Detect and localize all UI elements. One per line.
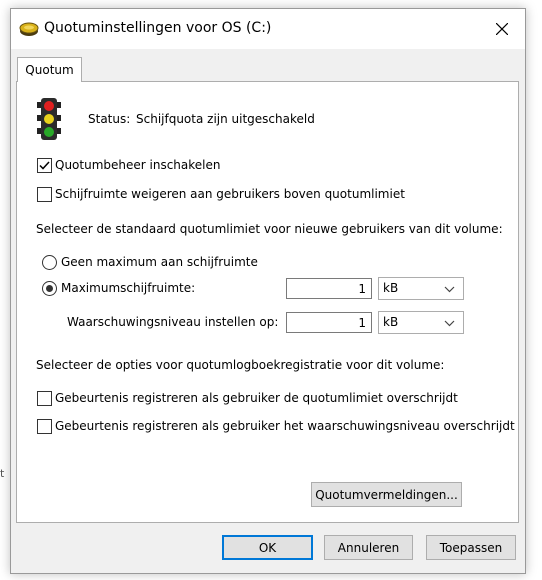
apply-button[interactable]: Toepassen xyxy=(426,535,516,560)
ok-button[interactable]: OK xyxy=(222,535,313,560)
ok-label: OK xyxy=(258,540,277,555)
quota-settings-dialog: Quotuminstellingen voor OS (C:) Quotum S… xyxy=(10,8,526,574)
default-limit-heading: Selecteer de standaard quotumlimiet voor… xyxy=(36,222,503,236)
warning-unit-value: kB xyxy=(383,315,399,329)
warning-value-input[interactable]: 1 xyxy=(286,312,372,333)
no-limit-radio[interactable] xyxy=(42,255,57,270)
traffic-light-icon xyxy=(33,98,65,145)
logging-heading: Selecteer de opties voor quotumlogboekre… xyxy=(36,358,445,372)
quota-tab-panel: Status: Schijfquota zijn uitgeschakeld Q… xyxy=(16,81,519,523)
chevron-down-icon xyxy=(444,320,455,327)
no-limit-label[interactable]: Geen maximum aan schijfruimte xyxy=(61,255,258,269)
limit-radio[interactable] xyxy=(42,281,57,296)
log-limit-checkbox[interactable] xyxy=(37,391,52,406)
drive-icon xyxy=(19,21,39,37)
chevron-down-icon xyxy=(444,286,455,293)
limit-value-input[interactable]: 1 xyxy=(286,278,372,299)
limit-unit-select[interactable]: kB xyxy=(378,277,464,300)
warning-label: Waarschuwingsniveau instellen op: xyxy=(67,315,279,329)
cancel-label: Annuleren xyxy=(337,540,400,555)
log-limit-label[interactable]: Gebeurtenis registreren als gebruiker de… xyxy=(55,391,458,405)
title-bar: Quotuminstellingen voor OS (C:) xyxy=(11,9,525,49)
background-text: t xyxy=(0,467,5,480)
quota-entries-button[interactable]: Quotumvermeldingen... xyxy=(311,482,462,507)
deny-space-checkbox[interactable] xyxy=(37,187,52,202)
apply-label: Toepassen xyxy=(439,540,503,555)
warning-unit-select[interactable]: kB xyxy=(378,311,464,334)
log-warning-checkbox[interactable] xyxy=(37,419,52,434)
enable-quota-label[interactable]: Quotumbeheer inschakelen xyxy=(55,158,221,172)
close-icon xyxy=(495,19,509,40)
log-warning-label[interactable]: Gebeurtenis registreren als gebruiker he… xyxy=(55,419,515,433)
limit-label[interactable]: Maximumschijfruimte: xyxy=(61,281,195,295)
tab-quotum-label: Quotum xyxy=(25,63,74,77)
status-value: Schijfquota zijn uitgeschakeld xyxy=(136,112,315,126)
window-title: Quotuminstellingen voor OS (C:) xyxy=(44,20,272,36)
radio-selected-dot xyxy=(46,285,53,292)
deny-space-label[interactable]: Schijfruimte weigeren aan gebruikers bov… xyxy=(55,187,405,201)
limit-unit-value: kB xyxy=(383,281,399,295)
tab-quotum[interactable]: Quotum xyxy=(17,57,82,82)
quota-entries-label: Quotumvermeldingen... xyxy=(315,487,458,502)
enable-quota-checkbox[interactable] xyxy=(37,158,52,173)
close-button[interactable] xyxy=(479,9,525,49)
cancel-button[interactable]: Annuleren xyxy=(324,535,413,560)
status-label: Status: xyxy=(88,112,131,126)
